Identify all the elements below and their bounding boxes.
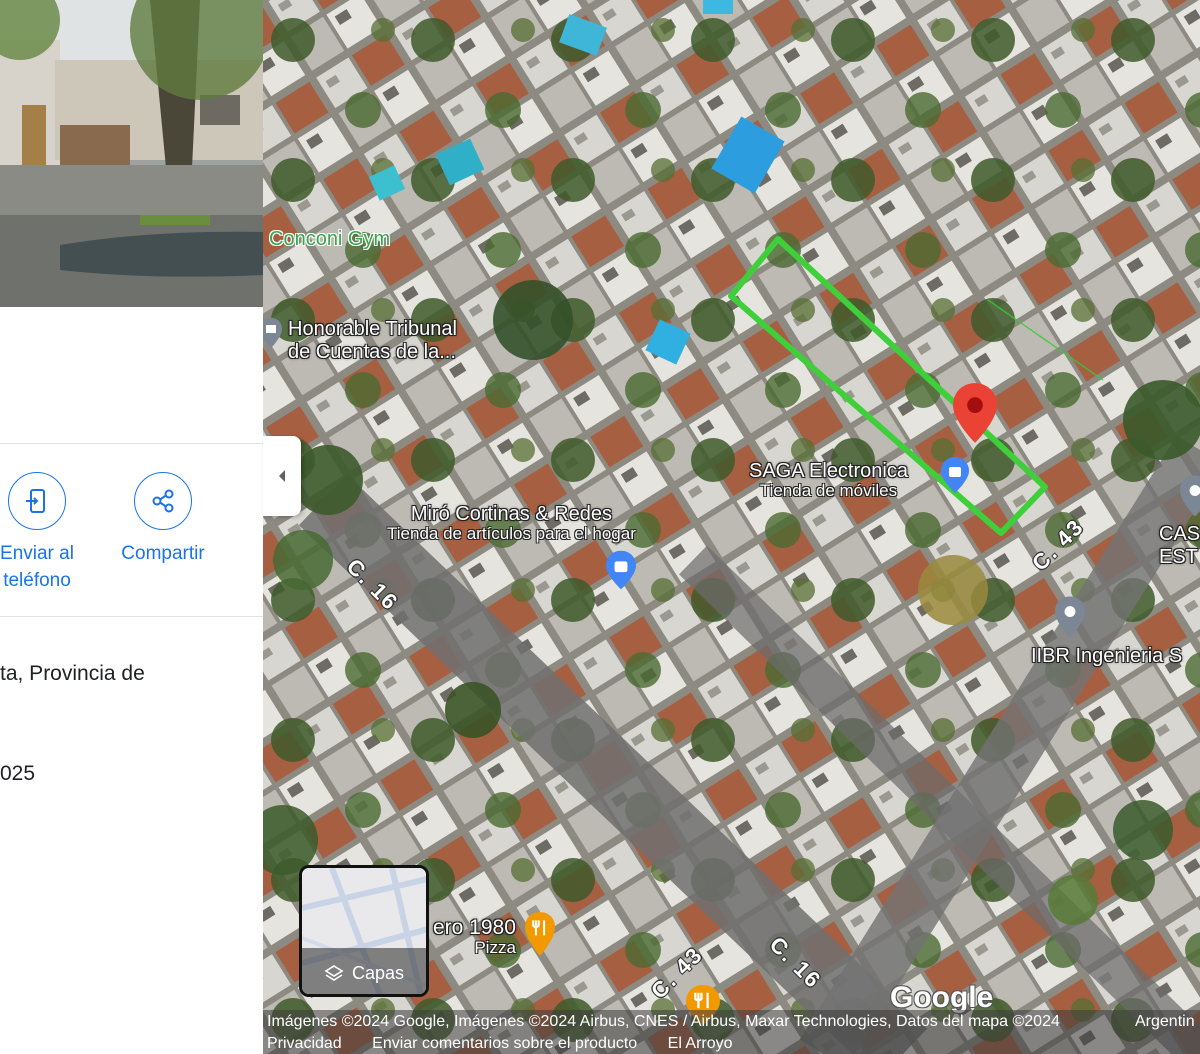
send-to-phone-label-line2: teléfono <box>3 570 71 591</box>
saga-name: SAGA Electronica <box>749 460 908 482</box>
shop-pin-icon[interactable] <box>941 457 969 498</box>
send-to-phone-icon <box>8 472 66 530</box>
date-text: 025 <box>0 762 36 785</box>
send-to-phone-label-line1: Enviar al <box>0 543 74 564</box>
place-details-panel: Enviar al teléfono Compartir ta, Provinc… <box>0 0 263 1054</box>
send-to-phone-button[interactable]: Enviar al teléfono <box>0 472 102 594</box>
street-view-photo[interactable] <box>0 0 263 307</box>
address-text: ta, Provincia de <box>0 662 145 685</box>
place-label-conconi-gym[interactable]: Conconi Gym <box>269 228 390 251</box>
place-pin-icon[interactable] <box>1055 596 1085 643</box>
place-pin-icon[interactable] <box>1180 475 1200 522</box>
place-label-tribunal-line1: Honorable Tribunal <box>288 318 457 340</box>
place-label-cas-est[interactable]: CAS EST <box>1159 523 1200 569</box>
share-button[interactable]: Compartir <box>107 472 219 567</box>
share-label: Compartir <box>121 543 205 564</box>
place-label-pizza[interactable]: ero 1980 Pizza <box>433 916 516 958</box>
layers-label: Capas <box>351 963 405 983</box>
shop-pin-icon[interactable] <box>606 550 636 595</box>
collapse-panel-button[interactable] <box>263 436 301 516</box>
street-photo-image <box>0 0 263 307</box>
divider <box>0 616 263 617</box>
location-pin-icon[interactable] <box>953 383 997 448</box>
place-label-miro-cortinas[interactable]: Miró Cortinas & Redes Tienda de artículo… <box>387 503 636 544</box>
attribution-bar: Imágenes ©2024 Google, Imágenes ©2024 Ai… <box>263 1010 1200 1054</box>
pizza-name: ero 1980 <box>433 916 516 939</box>
place-label-tribunal-line2: de Cuentas de la... <box>288 341 456 363</box>
layers-button[interactable]: Capas <box>299 865 429 997</box>
divider <box>0 443 263 444</box>
pizza-category: Pizza <box>474 938 516 957</box>
chevron-left-icon <box>279 470 285 482</box>
layers-label-wrap: Capas <box>302 963 426 984</box>
share-icon <box>134 472 192 530</box>
saga-category: Tienda de móviles <box>759 481 898 500</box>
cas-line2: EST <box>1159 546 1198 568</box>
miro-name: Miró Cortinas & Redes <box>410 503 613 525</box>
imagery-attribution: Imágenes ©2024 Google, Imágenes ©2024 Ai… <box>267 1013 1060 1030</box>
cas-line1: CAS <box>1159 523 1200 545</box>
place-label-saga-electronica[interactable]: SAGA Electronica Tienda de móviles <box>749 460 908 501</box>
country-label[interactable]: Argentin <box>1135 1013 1195 1031</box>
place-label-tribunal[interactable]: Honorable Tribunal de Cuentas de la... <box>288 318 457 364</box>
government-pin-icon[interactable] <box>263 318 282 353</box>
place-label-iibr[interactable]: IIBR Ingenieria S <box>1031 645 1182 668</box>
footer-links: Privacidad Enviar comentarios sobre el p… <box>267 1035 759 1053</box>
miro-category: Tienda de artículos para el hogar <box>387 524 636 543</box>
restaurant-pin-icon[interactable] <box>525 912 555 961</box>
privacy-link[interactable]: Privacidad <box>267 1035 342 1052</box>
layers-icon <box>324 964 344 981</box>
road-label-el-arroyo: El Arroyo <box>667 1035 733 1052</box>
feedback-link[interactable]: Enviar comentarios sobre el producto <box>372 1035 637 1052</box>
